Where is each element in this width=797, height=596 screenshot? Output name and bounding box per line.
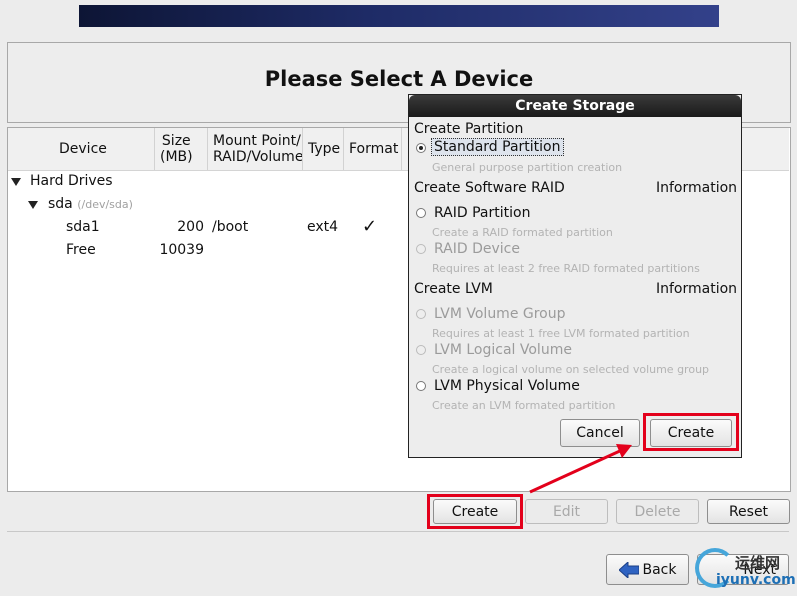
option-raid-partition[interactable]: RAID Partition: [434, 205, 530, 221]
option-raid-device[interactable]: RAID Device: [434, 241, 520, 257]
column-header-mount[interactable]: Mount Point/RAID/Volume: [207, 128, 303, 170]
option-desc: General purpose partition creation: [432, 161, 623, 174]
radio-lvm-physical-volume[interactable]: [416, 381, 426, 391]
table-row-mount: /boot: [212, 219, 249, 235]
table-row-size: 10039: [159, 242, 204, 258]
device-path: (/dev/sda): [77, 198, 133, 211]
option-lvm-physical-volume[interactable]: LVM Physical Volume: [434, 378, 580, 394]
option-desc: Requires at least 2 free RAID formated p…: [432, 262, 700, 275]
table-row-size: 200: [177, 219, 204, 235]
dialog-title: Create Storage: [409, 95, 741, 117]
reset-button[interactable]: Reset: [707, 499, 790, 524]
section-create-lvm: Create LVM: [414, 281, 493, 297]
watermark-text: 运维网: [735, 554, 781, 572]
section-create-partition: Create Partition: [414, 121, 524, 137]
option-lvm-volume-group[interactable]: LVM Volume Group: [434, 306, 566, 322]
column-header-type[interactable]: Type: [302, 128, 340, 170]
check-mark-icon: ✓: [362, 216, 378, 237]
edit-button[interactable]: Edit: [525, 499, 608, 524]
tree-item-hard-drives[interactable]: Hard Drives: [30, 173, 113, 189]
dialog-create-button[interactable]: Create: [650, 419, 732, 447]
delete-button[interactable]: Delete: [616, 499, 699, 524]
column-header-size[interactable]: Size (MB): [154, 128, 207, 170]
expander-triangle-icon[interactable]: [28, 201, 38, 209]
annotation-arrow-icon: [529, 444, 632, 494]
radio-raid-device[interactable]: [416, 244, 426, 254]
expander-triangle-icon[interactable]: [11, 178, 21, 186]
arrow-left-icon: [618, 561, 639, 578]
radio-lvm-volume-group[interactable]: [416, 309, 426, 319]
page-title: Please Select A Device: [264, 67, 534, 91]
divider: [7, 531, 789, 532]
option-lvm-logical-volume[interactable]: LVM Logical Volume: [434, 342, 572, 358]
column-header-format[interactable]: Format: [343, 128, 398, 170]
option-standard-partition[interactable]: Standard Partition: [431, 138, 564, 156]
table-row-device[interactable]: Free: [66, 242, 96, 258]
header-banner: [79, 5, 719, 27]
create-button[interactable]: Create: [433, 499, 517, 524]
option-desc: Create a logical volume on selected volu…: [432, 363, 710, 376]
option-desc: Create an LVM formated partition: [432, 399, 616, 412]
back-button[interactable]: Back: [606, 554, 689, 585]
option-desc: Requires at least 1 free LVM formated pa…: [432, 327, 690, 340]
table-row-type: ext4: [307, 219, 339, 235]
info-label: Information: [656, 281, 738, 297]
radio-standard-partition[interactable]: [416, 143, 426, 153]
section-create-raid: Create Software RAID: [414, 180, 565, 196]
tree-item-sda[interactable]: sda (/dev/sda): [48, 196, 133, 212]
radio-lvm-logical-volume[interactable]: [416, 345, 426, 355]
watermark-url: iyunv.com: [716, 572, 796, 588]
table-row-device[interactable]: sda1: [66, 219, 100, 235]
option-desc: Create a RAID formated partition: [432, 226, 613, 239]
radio-raid-partition[interactable]: [416, 208, 426, 218]
info-label: Information: [656, 180, 738, 196]
column-header-device[interactable]: Device: [59, 128, 107, 170]
